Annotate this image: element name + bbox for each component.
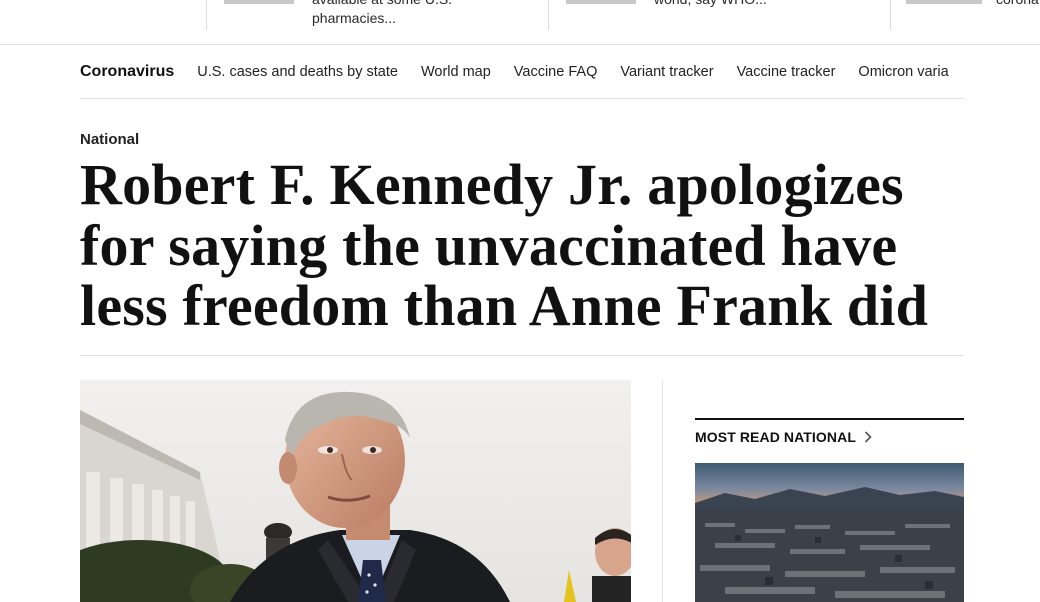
article-headline: Robert F. Kennedy Jr. apologizes for say… [80, 152, 929, 338]
nav-link-vaccine-faq[interactable]: Vaccine FAQ [514, 64, 598, 80]
teaser-divider [206, 0, 207, 30]
column-divider [662, 380, 663, 602]
teaser-thumbnail[interactable] [224, 0, 294, 4]
most-read-header[interactable]: MOST READ NATIONAL [695, 429, 872, 445]
nav-link-omicron-variant[interactable]: Omicron varia [858, 64, 948, 80]
chevron-right-icon [864, 431, 872, 443]
teaser-divider [890, 0, 891, 30]
top-teaser-strip: available at some U.S. pharmacies... wor… [0, 0, 1040, 45]
rail-top-rule [695, 418, 964, 420]
most-read-photo[interactable] [695, 463, 964, 602]
nav-link-vaccine-tracker[interactable]: Vaccine tracker [737, 64, 836, 80]
section-nav: Coronavirus U.S. cases and deaths by sta… [80, 45, 964, 99]
article-kicker[interactable]: National [80, 131, 139, 148]
nav-link-variant-tracker[interactable]: Variant tracker [620, 64, 713, 80]
article-page: available at some U.S. pharmacies... wor… [0, 0, 1040, 602]
teaser-headline-line[interactable]: pharmacies... [312, 7, 396, 29]
teaser-divider [548, 0, 549, 30]
teaser-thumbnail[interactable] [566, 0, 636, 4]
nav-link-world-map[interactable]: World map [421, 64, 491, 80]
teaser-headline-line[interactable]: world, say WHO... [654, 0, 767, 10]
section-nav-brand[interactable]: Coronavirus [80, 63, 174, 81]
nav-link-cases-by-state[interactable]: U.S. cases and deaths by state [197, 64, 398, 80]
divider [80, 355, 964, 356]
teaser-headline-line[interactable]: corona [996, 0, 1039, 10]
most-read-title: MOST READ NATIONAL [695, 429, 856, 445]
article-hero-photo[interactable] [80, 380, 631, 602]
teaser-thumbnail[interactable] [906, 0, 982, 4]
